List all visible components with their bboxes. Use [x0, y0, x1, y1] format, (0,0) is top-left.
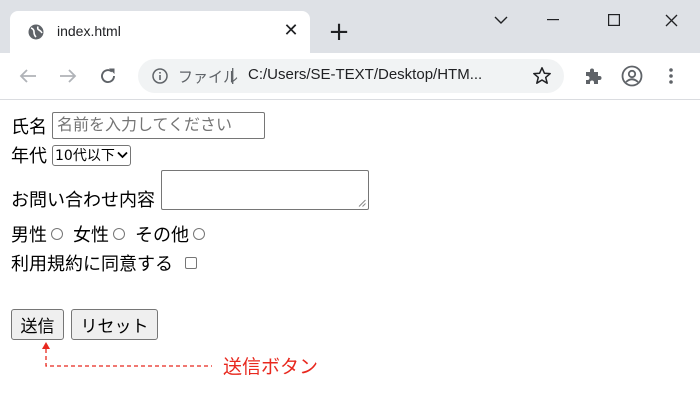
- terms-label: 利用規約に同意する: [11, 254, 173, 275]
- reload-icon[interactable]: [97, 65, 119, 87]
- inquiry-row: お問い合わせ内容: [11, 170, 369, 211]
- address-bar[interactable]: ファイル | C:/Users/SE-TEXT/Desktop/HTM...: [138, 59, 564, 93]
- resize-grip-icon[interactable]: [358, 199, 366, 207]
- gender-other-label: その他: [135, 225, 189, 246]
- chevron-down-icon: [117, 151, 128, 159]
- name-label: 氏名: [11, 116, 47, 138]
- minimize-icon[interactable]: [533, 8, 573, 32]
- inquiry-textarea[interactable]: [161, 170, 369, 210]
- globe-icon: [28, 24, 44, 40]
- tab-search-chevron-down-icon[interactable]: [481, 8, 521, 32]
- tab-title: index.html: [57, 23, 121, 39]
- terms-row: 利用規約に同意する: [11, 250, 197, 276]
- extensions-puzzle-icon[interactable]: [582, 65, 604, 87]
- address-scheme-label: ファイル: [178, 68, 239, 86]
- browser-toolbar: ファイル | C:/Users/SE-TEXT/Desktop/HTM...: [0, 53, 700, 100]
- back-arrow-icon[interactable]: [17, 65, 39, 87]
- gender-female-label: 女性: [73, 225, 109, 246]
- window-close-icon[interactable]: [651, 8, 691, 32]
- maximize-icon[interactable]: [594, 8, 634, 32]
- forward-arrow-icon[interactable]: [57, 65, 79, 87]
- browser-titlebar: index.html ✕ +: [0, 0, 700, 53]
- gender-male-label: 男性: [11, 225, 47, 246]
- age-row: 年代 10代以下: [11, 142, 131, 168]
- bookmark-star-icon[interactable]: [532, 66, 552, 86]
- gender-other-radio[interactable]: [193, 228, 205, 240]
- inquiry-label: お問い合わせ内容: [11, 190, 155, 211]
- name-input[interactable]: [52, 112, 265, 139]
- new-tab-button[interactable]: +: [327, 19, 351, 45]
- gender-female-radio[interactable]: [113, 228, 125, 240]
- annotation-label: 送信ボタン: [223, 356, 319, 378]
- browser-tab[interactable]: index.html ✕: [10, 11, 310, 53]
- info-icon[interactable]: [152, 68, 168, 84]
- age-select[interactable]: 10代以下: [52, 144, 131, 166]
- reset-button[interactable]: リセット: [71, 309, 158, 340]
- age-label: 年代: [11, 146, 47, 167]
- submit-button[interactable]: 送信: [11, 309, 64, 340]
- address-url[interactable]: C:/Users/SE-TEXT/Desktop/HTM...: [248, 66, 482, 83]
- gender-male-radio[interactable]: [51, 228, 63, 240]
- page-content: 氏名 年代 10代以下 お問い合わせ内容 男性 女性 その他 利用規約に同意する…: [0, 100, 700, 393]
- address-separator: |: [230, 65, 236, 84]
- name-row: 氏名: [11, 112, 265, 139]
- annotation-arrow: [42, 342, 212, 367]
- profile-avatar-icon[interactable]: [621, 65, 643, 87]
- tab-close-icon[interactable]: ✕: [282, 20, 300, 41]
- age-selected-value: 10代以下: [55, 148, 115, 164]
- more-menu-icon[interactable]: [660, 65, 682, 87]
- gender-row: 男性 女性 その他: [11, 221, 211, 247]
- terms-checkbox[interactable]: [185, 257, 197, 269]
